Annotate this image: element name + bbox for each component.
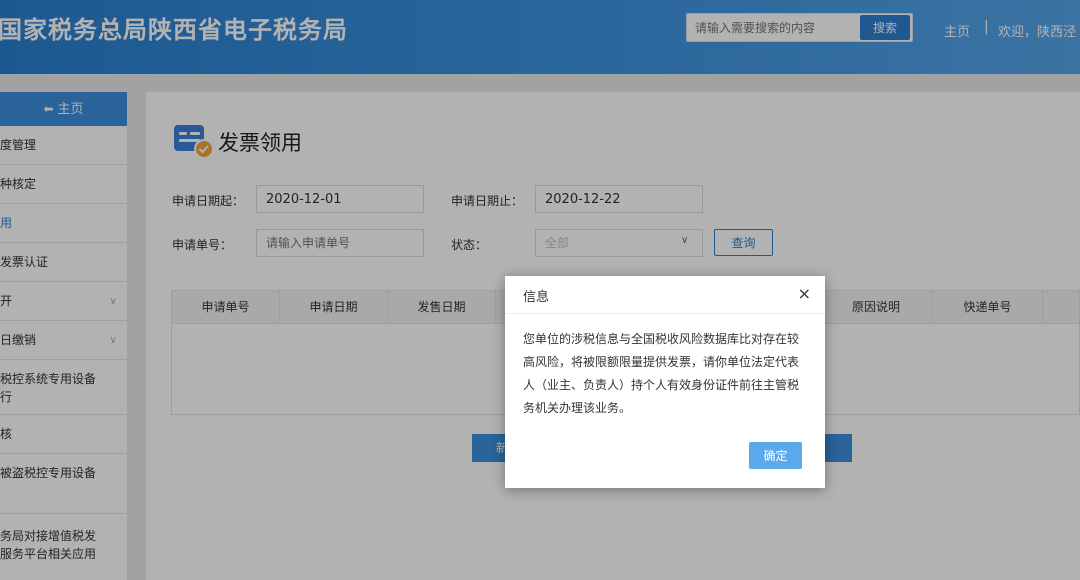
close-icon[interactable]: × — [798, 284, 811, 303]
dialog-message: 您单位的涉税信息与全国税收风险数据库比对存在较高风险，将被限额限量提供发票，请你… — [523, 332, 800, 415]
confirm-button[interactable]: 确定 — [749, 442, 802, 469]
dialog-title: 信息 — [523, 290, 550, 305]
dialog-header: 信息 × — [505, 276, 825, 314]
info-dialog: 信息 × 您单位的涉税信息与全国税收风险数据库比对存在较高风险，将被限额限量提供… — [505, 276, 825, 488]
